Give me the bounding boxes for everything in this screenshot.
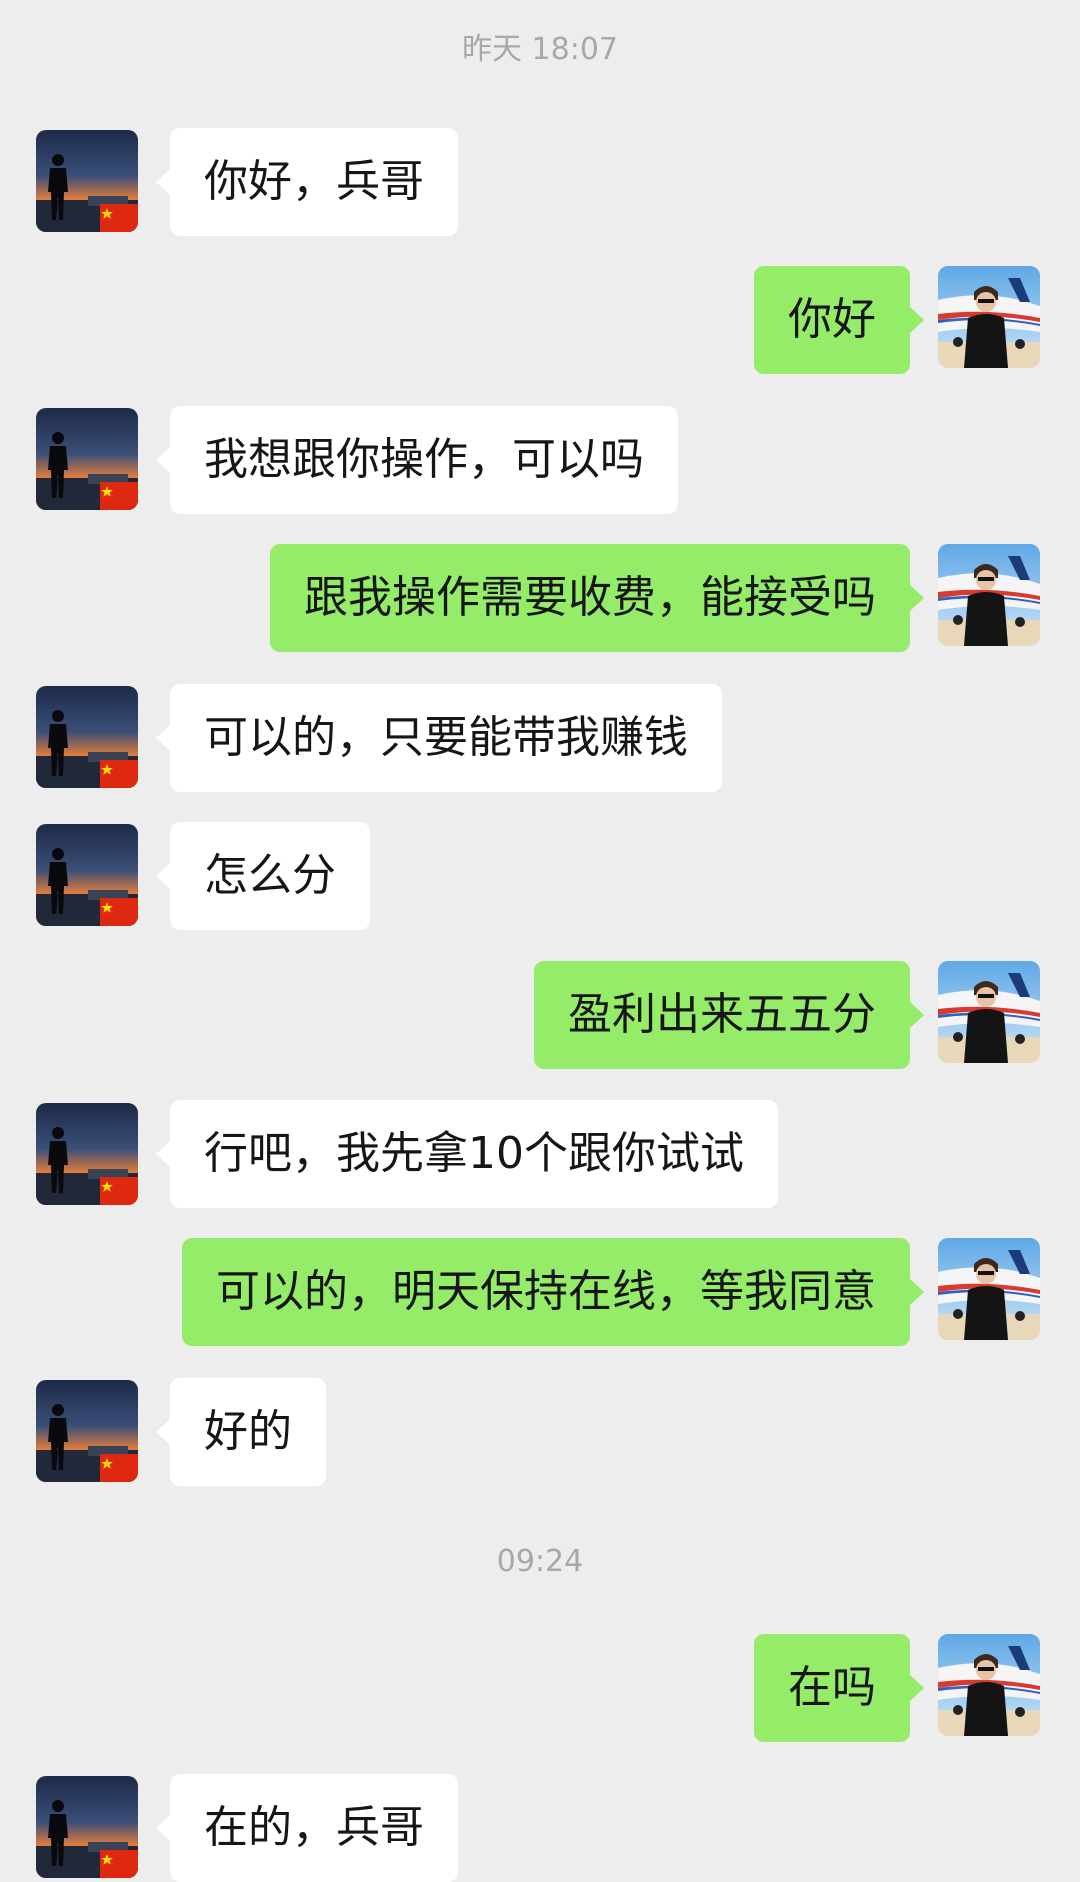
message-bubble-incoming[interactable]: 在的，兵哥 xyxy=(156,1774,458,1882)
contact-avatar[interactable] xyxy=(36,1103,138,1205)
message-bubble-incoming[interactable]: 怎么分 xyxy=(156,822,370,930)
airplane-portrait-icon xyxy=(938,961,1040,1063)
airplane-portrait-icon xyxy=(938,544,1040,646)
airplane-portrait-icon xyxy=(938,266,1040,368)
timestamp-yesterday: 昨天 18:07 xyxy=(462,32,618,67)
silhouette-sunset-icon xyxy=(36,408,138,510)
message-bubble-incoming[interactable]: 你好，兵哥 xyxy=(156,128,458,236)
message-bubble-incoming[interactable]: 我想跟你操作，可以吗 xyxy=(156,406,678,514)
self-avatar[interactable] xyxy=(938,1634,1040,1736)
message-bubble-incoming[interactable]: 好的 xyxy=(156,1378,326,1486)
message-bubble-outgoing[interactable]: 跟我操作需要收费，能接受吗 xyxy=(270,544,924,652)
silhouette-sunset-icon xyxy=(36,1380,138,1482)
contact-avatar[interactable] xyxy=(36,408,138,510)
contact-avatar[interactable] xyxy=(36,130,138,232)
contact-avatar[interactable] xyxy=(36,824,138,926)
silhouette-sunset-icon xyxy=(36,1103,138,1205)
message-bubble-outgoing[interactable]: 你好 xyxy=(754,266,924,374)
message-bubble-incoming[interactable]: 可以的，只要能带我赚钱 xyxy=(156,684,722,792)
airplane-portrait-icon xyxy=(938,1238,1040,1340)
self-avatar[interactable] xyxy=(938,266,1040,368)
self-avatar[interactable] xyxy=(938,544,1040,646)
message-bubble-outgoing[interactable]: 可以的，明天保持在线，等我同意 xyxy=(182,1238,924,1346)
message-bubble-incoming[interactable]: 行吧，我先拿10个跟你试试 xyxy=(156,1100,778,1208)
silhouette-sunset-icon xyxy=(36,686,138,788)
message-bubble-outgoing[interactable]: 盈利出来五五分 xyxy=(534,961,924,1069)
silhouette-sunset-icon xyxy=(36,824,138,926)
self-avatar[interactable] xyxy=(938,1238,1040,1340)
contact-avatar[interactable] xyxy=(36,686,138,788)
timestamp-today: 09:24 xyxy=(496,1544,584,1579)
airplane-portrait-icon xyxy=(938,1634,1040,1736)
silhouette-sunset-icon xyxy=(36,1776,138,1878)
self-avatar[interactable] xyxy=(938,961,1040,1063)
silhouette-sunset-icon xyxy=(36,130,138,232)
contact-avatar[interactable] xyxy=(36,1380,138,1482)
message-bubble-outgoing[interactable]: 在吗 xyxy=(754,1634,924,1742)
contact-avatar[interactable] xyxy=(36,1776,138,1878)
